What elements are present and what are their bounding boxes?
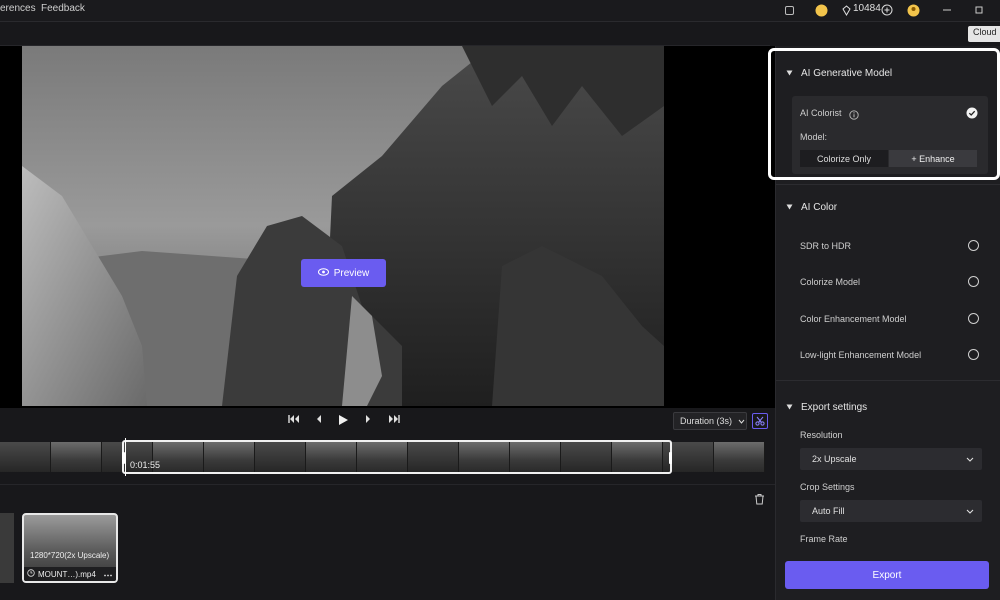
crop-settings-label: Crop Settings (800, 482, 855, 492)
highlight-frame (768, 48, 1000, 180)
menu-feedback[interactable]: Feedback (41, 3, 85, 14)
resolution-value: 2x Upscale (812, 454, 857, 464)
duration-label: Duration (3s) (680, 416, 733, 426)
restore-icon[interactable] (971, 2, 987, 18)
media-filename: MOUNT…).mp4 (38, 569, 96, 579)
account-icon[interactable] (905, 2, 921, 18)
resolution-select[interactable]: 2x Upscale (800, 448, 982, 470)
clock-icon (27, 569, 35, 579)
trash-icon[interactable] (754, 493, 765, 508)
radio-color-enhancement-model[interactable] (968, 313, 979, 324)
chevron-down-icon (738, 416, 745, 426)
eye-icon (317, 267, 329, 279)
step-back-icon[interactable] (315, 414, 323, 427)
preview-area: Preview (0, 46, 775, 408)
radio-colorize-model[interactable] (968, 276, 979, 287)
crop-settings-select[interactable]: Auto Fill (800, 500, 982, 522)
chevron-down-icon (966, 454, 974, 464)
media-thumbnail-card[interactable]: 1280*720(2x Upscale) MOUNT…).mp4 (22, 513, 118, 583)
divider (776, 380, 1000, 381)
selection-timecode: 0:01:55 (130, 460, 161, 470)
caret-down-icon (786, 402, 793, 413)
export-settings-title: Export settings (801, 402, 868, 413)
option-sdr-to-hdr: SDR to HDR (800, 241, 852, 251)
frame-rate-label: Frame Rate (800, 534, 848, 544)
chevron-down-icon (966, 506, 974, 516)
filmstrip-frame (0, 442, 51, 472)
playback-controls: Duration (3s) (0, 408, 775, 436)
add-credits-icon[interactable] (879, 2, 895, 18)
mountain-video-image (22, 46, 664, 406)
play-icon[interactable] (338, 414, 349, 429)
filmstrip-frame (714, 442, 765, 472)
credits-count: 10484 (853, 3, 881, 14)
vip-icon[interactable] (813, 2, 829, 18)
media-thumbnail-partial[interactable] (0, 513, 14, 583)
crop-settings-value: Auto Fill (812, 506, 845, 516)
preview-label: Preview (333, 267, 370, 279)
playhead[interactable] (125, 438, 126, 476)
media-filename-bar: MOUNT…).mp4 (24, 567, 116, 581)
skip-to-end-icon[interactable] (388, 414, 400, 427)
export-button[interactable]: Export (785, 561, 989, 589)
trim-selection[interactable] (122, 440, 672, 474)
section-ai-color[interactable]: AI Color (786, 202, 837, 213)
trim-handle-right[interactable] (669, 452, 672, 464)
media-resolution: 1280*720(2x Upscale) (30, 551, 110, 560)
video-frame (22, 46, 664, 406)
radio-low-light-enhancement-model[interactable] (968, 349, 979, 360)
diamond-icon (838, 2, 854, 18)
radio-sdr-to-hdr[interactable] (968, 240, 979, 251)
option-colorize-model: Colorize Model (800, 277, 861, 287)
more-options-icon[interactable] (104, 570, 112, 579)
resolution-label: Resolution (800, 430, 843, 440)
duration-dropdown[interactable]: Duration (3s) (673, 412, 747, 430)
option-low-light-enhancement-model: Low-light Enhancement Model (800, 350, 922, 360)
filmstrip-frame (51, 442, 102, 472)
device-icon[interactable] (781, 2, 797, 18)
sub-toolbar (0, 22, 770, 46)
media-bin: 1280*720(2x Upscale) MOUNT…).mp4 (0, 484, 775, 600)
section-export-settings[interactable]: Export settings (786, 402, 867, 413)
step-forward-icon[interactable] (364, 414, 372, 427)
cloud-tooltip: Cloud (968, 26, 1000, 42)
skip-to-start-icon[interactable] (288, 414, 300, 427)
option-color-enhancement-model: Color Enhancement Model (800, 314, 907, 324)
caret-down-icon (786, 202, 793, 213)
ai-color-title: AI Color (801, 202, 838, 213)
menu-preferences[interactable]: erences (0, 3, 36, 14)
divider (776, 184, 1000, 185)
minimize-icon[interactable] (939, 2, 955, 18)
scissors-icon[interactable] (752, 413, 768, 429)
preview-button[interactable]: Preview (301, 259, 386, 287)
top-bar: erences Feedback 10484 (0, 0, 1000, 22)
